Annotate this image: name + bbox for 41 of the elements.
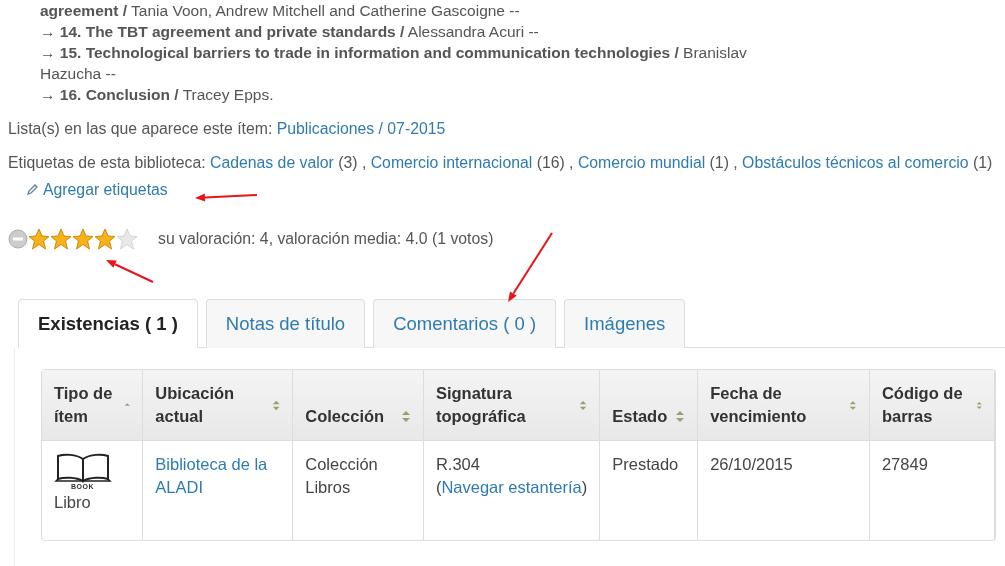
tab[interactable]: Existencias ( 1 ): [18, 299, 198, 349]
tab[interactable]: Imágenes: [564, 299, 686, 349]
tag-link[interactable]: Obstáculos técnicos al comercio: [742, 154, 969, 171]
browse-shelf-link[interactable]: Navegar estantería: [441, 478, 582, 497]
add-tags-link[interactable]: Agregar etiquetas: [26, 180, 168, 200]
rating-text: su valoración: 4, valoración media: 4.0 (1 votos): [158, 228, 494, 249]
list-link[interactable]: Publicaciones / 07-2015: [276, 120, 446, 137]
annotation-arrow: [195, 193, 258, 202]
tag-count: (3) ,: [338, 154, 367, 171]
tab[interactable]: Notas de título: [205, 299, 366, 349]
pencil-icon: [26, 184, 38, 196]
table-cell: Prestado: [612, 455, 679, 474]
tab[interactable]: Comentarios ( 0 ): [373, 299, 557, 349]
annotation-arrow: [508, 232, 553, 302]
filled-star-icon: [28, 227, 50, 250]
filled-star-icon: [50, 227, 72, 250]
tag-count: (1) ,: [709, 154, 738, 171]
tags-label: Etiquetas de esta biblioteca:: [8, 154, 207, 171]
table-cell: 27849: [881, 455, 928, 474]
annotation-arrow: [106, 260, 154, 283]
table-cell: 26/10/2015: [710, 455, 793, 474]
tag-count: (16) ,: [536, 154, 574, 171]
open-book-icon: [54, 453, 112, 484]
column-header[interactable]: Estado: [612, 405, 668, 429]
filled-star-icon: [72, 227, 94, 250]
contents-entry: agreement / Tania Voon, Andrew Mitchell and Catherine Gascoigne --: [40, 1, 521, 21]
location-link[interactable]: Biblioteca de la ALADI: [155, 453, 281, 500]
table-cell: Colección Libros: [305, 455, 378, 497]
contents-entry: → 15. Technological barriers to trade in information and communication technologies / Branislav Hazucha --: [40, 43, 748, 84]
tag-link[interactable]: Cadenas de valor: [210, 154, 334, 171]
filled-star-icon: [94, 227, 116, 250]
table-cell: R.304 (Navegar estantería): [435, 455, 588, 497]
empty-star-icon: [116, 227, 138, 250]
cancel-rating-icon: [8, 228, 28, 249]
tag-link[interactable]: Comercio mundial: [577, 154, 706, 171]
contents-entry: → 14. The TBT agreement and private standards / Alessandra Acuri --: [40, 22, 540, 42]
table-cell-text: Libro: [54, 492, 92, 514]
lists-label: Lista(s) en las que aparece este ítem:: [8, 120, 274, 137]
contents-entry: → 16. Conclusion / Tracey Epps.: [40, 85, 275, 105]
tag-link[interactable]: Comercio internacional: [370, 154, 533, 171]
tag-count: (1): [973, 154, 993, 171]
